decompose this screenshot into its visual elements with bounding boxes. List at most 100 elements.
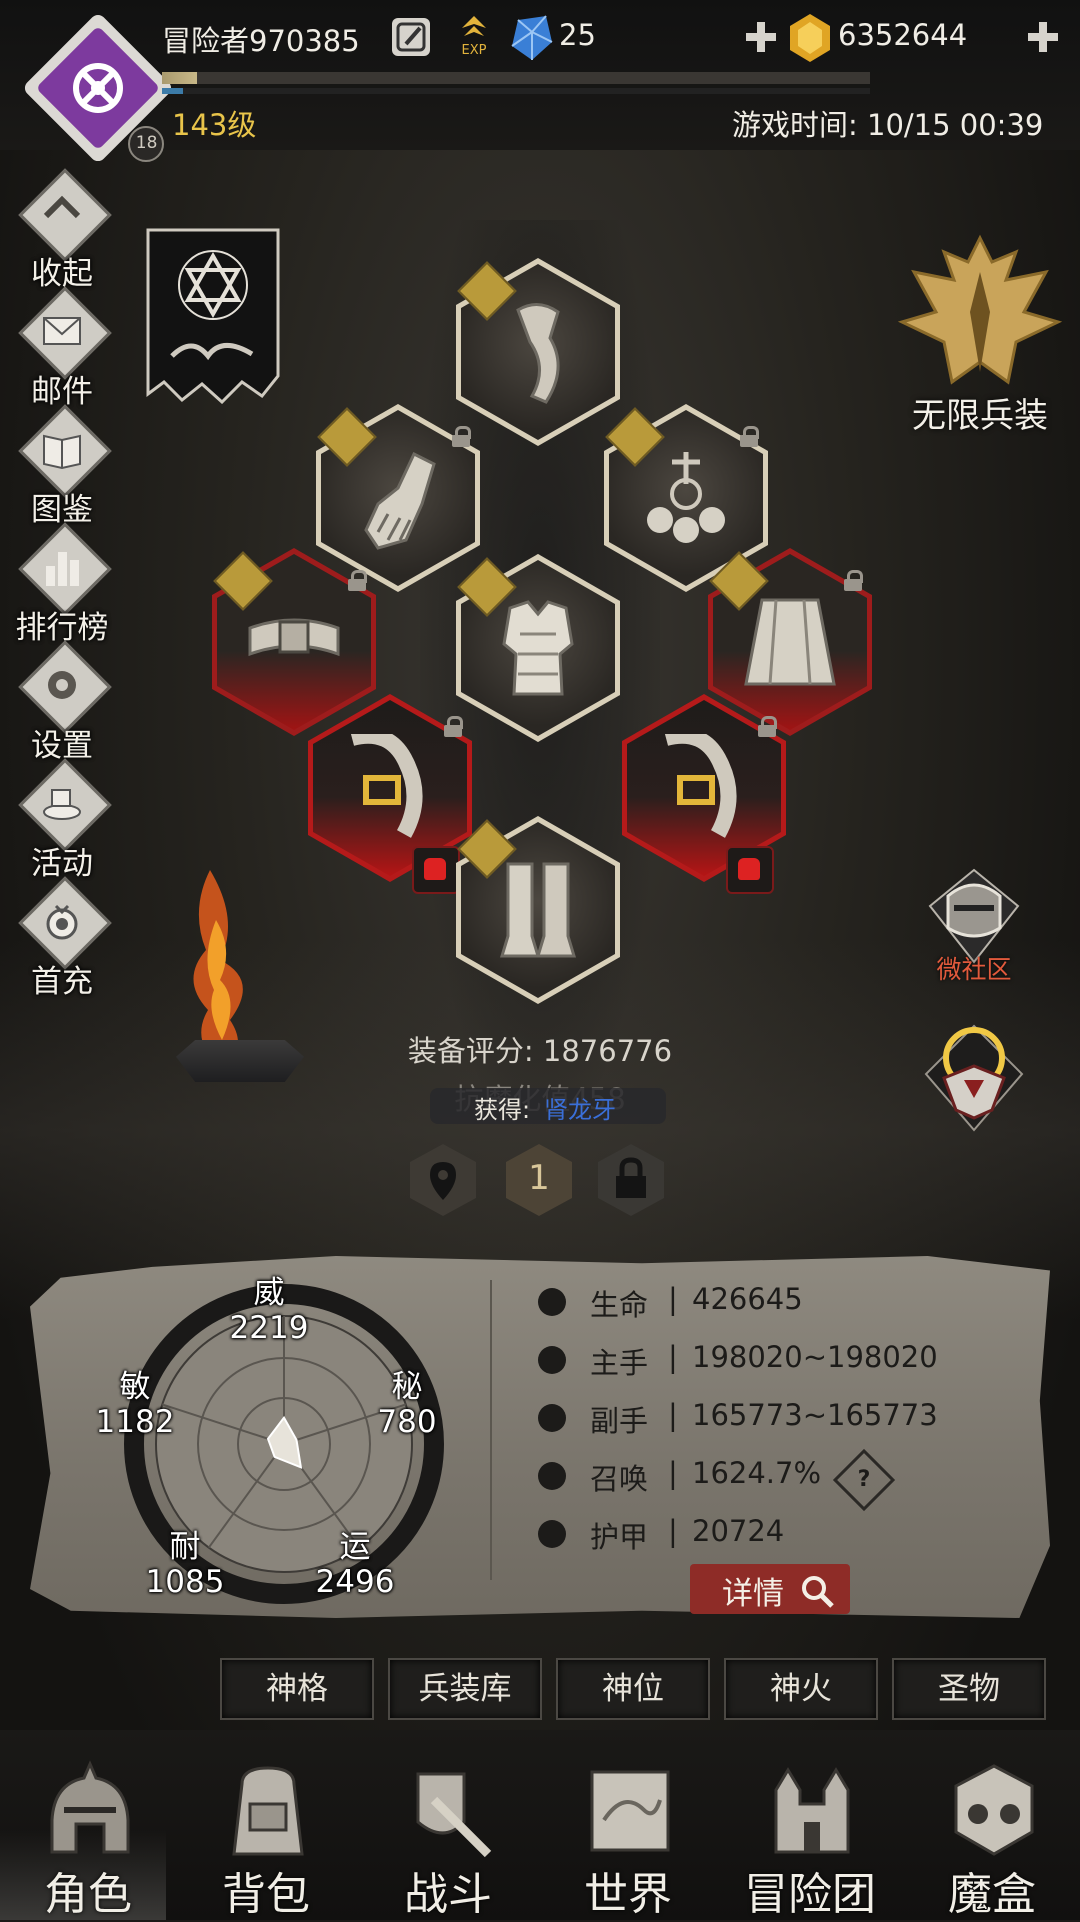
side-item-label: 活动 bbox=[31, 846, 93, 882]
castle-icon bbox=[774, 1767, 850, 1854]
side-item-label: 邮件 bbox=[31, 374, 93, 410]
fist-badge-icon bbox=[726, 846, 774, 894]
gear-icon bbox=[48, 671, 76, 699]
nav-battle[interactable]: 战斗 bbox=[360, 1752, 536, 1920]
tab-divine-fire[interactable]: 神火 bbox=[724, 1658, 878, 1720]
heart-icon bbox=[538, 1288, 566, 1316]
lock-icon bbox=[348, 570, 367, 591]
nav-magic-box[interactable]: 魔盒 bbox=[904, 1752, 1080, 1920]
community-label: 微社区 bbox=[936, 955, 1012, 984]
lock-icon bbox=[844, 570, 863, 591]
obtain-label: 获得: bbox=[474, 1096, 531, 1124]
side-item-collapse[interactable]: 收起 bbox=[14, 168, 112, 292]
exp-bar bbox=[162, 72, 870, 84]
magic-box-icon bbox=[954, 1764, 1034, 1856]
armor-icon bbox=[538, 1520, 566, 1548]
svg-text:EXP: EXP bbox=[462, 43, 487, 58]
side-item-ranking[interactable]: 排行榜 bbox=[14, 522, 112, 646]
fist-badge-icon bbox=[412, 846, 460, 894]
sword-shield-icon bbox=[416, 1772, 492, 1858]
side-item-label: 排行榜 bbox=[15, 610, 109, 646]
attr-nai: 耐 1085 bbox=[145, 1529, 225, 1600]
gold-count: 6352644 bbox=[838, 18, 968, 52]
tab-divinity[interactable]: 神格 bbox=[220, 1658, 374, 1720]
side-item-mail[interactable]: 邮件 bbox=[14, 286, 112, 410]
side-item-label: 设置 bbox=[31, 728, 93, 764]
belt-icon bbox=[248, 618, 340, 657]
map-scroll-icon bbox=[590, 1770, 670, 1852]
side-item-label: 首充 bbox=[31, 964, 93, 1000]
side-item-events[interactable]: 活动 bbox=[14, 758, 112, 882]
crossed-tools-icon bbox=[73, 63, 123, 113]
stat-row-hp: 生命 | 426645 bbox=[538, 1280, 1018, 1326]
side-item-first-recharge[interactable]: 首充 bbox=[14, 876, 112, 1000]
summon-icon bbox=[538, 1462, 566, 1490]
obtain-item-name: 肾龙牙 bbox=[544, 1096, 616, 1124]
mail-icon bbox=[43, 317, 81, 345]
edit-name-icon[interactable] bbox=[392, 18, 430, 56]
stat-row-main-hand: 主手 | 198020~198020 bbox=[538, 1338, 1018, 1384]
player-level: 143级 bbox=[172, 108, 257, 142]
side-item-codex[interactable]: 图鉴 bbox=[14, 404, 112, 528]
gauntlet-icon bbox=[364, 451, 436, 550]
main-hand-icon bbox=[538, 1346, 566, 1374]
tab-god-seat[interactable]: 神位 bbox=[556, 1658, 710, 1720]
magnifier-icon bbox=[802, 1576, 834, 1608]
details-label: 详情 bbox=[722, 1576, 784, 1612]
nav-backpack[interactable]: 背包 bbox=[178, 1752, 354, 1920]
attr-mi: 秘 780 bbox=[377, 1369, 437, 1440]
exp-icon: EXP bbox=[452, 14, 496, 58]
boots-icon bbox=[499, 862, 577, 958]
nav-adventure-group[interactable]: 冒险团 bbox=[722, 1752, 898, 1920]
secondary-progress-bar bbox=[162, 88, 870, 94]
side-item-label: 图鉴 bbox=[31, 492, 93, 528]
side-item-settings[interactable]: 设置 bbox=[14, 640, 112, 764]
equip-slot-boots[interactable] bbox=[456, 816, 620, 1004]
gold-icon bbox=[786, 12, 834, 64]
lock-icon bbox=[452, 426, 471, 447]
attr-min: 敏 1182 bbox=[95, 1369, 175, 1440]
first-recharge-icon bbox=[46, 904, 78, 940]
attr-wei: 威 2219 bbox=[229, 1275, 309, 1346]
off-hand-icon bbox=[538, 1404, 566, 1432]
lock-icon bbox=[758, 716, 777, 737]
guild-banner[interactable] bbox=[142, 226, 284, 404]
side-item-label: 收起 bbox=[31, 256, 93, 292]
panel-divider bbox=[490, 1280, 492, 1580]
stat-row-off-hand: 副手 | 165773~165773 bbox=[538, 1396, 1018, 1442]
nav-character[interactable]: 角色 bbox=[0, 1752, 176, 1920]
event-icon bbox=[43, 789, 81, 820]
amulet-icon bbox=[647, 452, 725, 543]
helmet-icon bbox=[50, 1760, 130, 1854]
game-time: 游戏时间: 10/15 00:39 bbox=[732, 108, 1044, 142]
backpack-icon bbox=[232, 1766, 304, 1856]
equipment-score: 装备评分: 1876776 bbox=[407, 1034, 673, 1068]
lock-icon bbox=[740, 426, 759, 447]
scarf-icon bbox=[516, 303, 560, 404]
skirt-icon bbox=[744, 598, 836, 686]
equip-slot-armor[interactable] bbox=[456, 554, 620, 742]
ranking-icon bbox=[46, 552, 79, 586]
lock-icon bbox=[444, 716, 463, 737]
stat-row-armor: 护甲 | 20724 bbox=[538, 1512, 1018, 1558]
book-icon bbox=[43, 434, 81, 470]
add-gold-button[interactable] bbox=[1024, 18, 1060, 54]
nav-world[interactable]: 世界 bbox=[540, 1752, 716, 1920]
gem-icon bbox=[508, 12, 556, 64]
infinite-equip-label: 无限兵装 bbox=[912, 396, 1048, 436]
player-name: 冒险者970385 bbox=[162, 24, 360, 58]
brazier[interactable] bbox=[176, 1040, 304, 1082]
equip-slot-head[interactable] bbox=[456, 258, 620, 446]
stat-row-summon: 召唤 | 1624.7% bbox=[538, 1454, 1018, 1500]
chained-claw-icon bbox=[664, 734, 737, 838]
gem-count: 25 bbox=[559, 18, 596, 52]
tab-armory[interactable]: 兵装库 bbox=[388, 1658, 542, 1720]
loadout-page-label: 1 bbox=[528, 1158, 550, 1198]
hero-helmet-icon[interactable] bbox=[914, 1018, 1034, 1138]
chained-claw-icon bbox=[350, 734, 423, 838]
attr-yun: 运 2496 bbox=[315, 1529, 395, 1600]
collapse-icon bbox=[43, 195, 81, 219]
add-gems-button[interactable] bbox=[742, 18, 778, 54]
tab-relic[interactable]: 圣物 bbox=[892, 1658, 1046, 1720]
chest-armor-icon bbox=[502, 600, 574, 696]
